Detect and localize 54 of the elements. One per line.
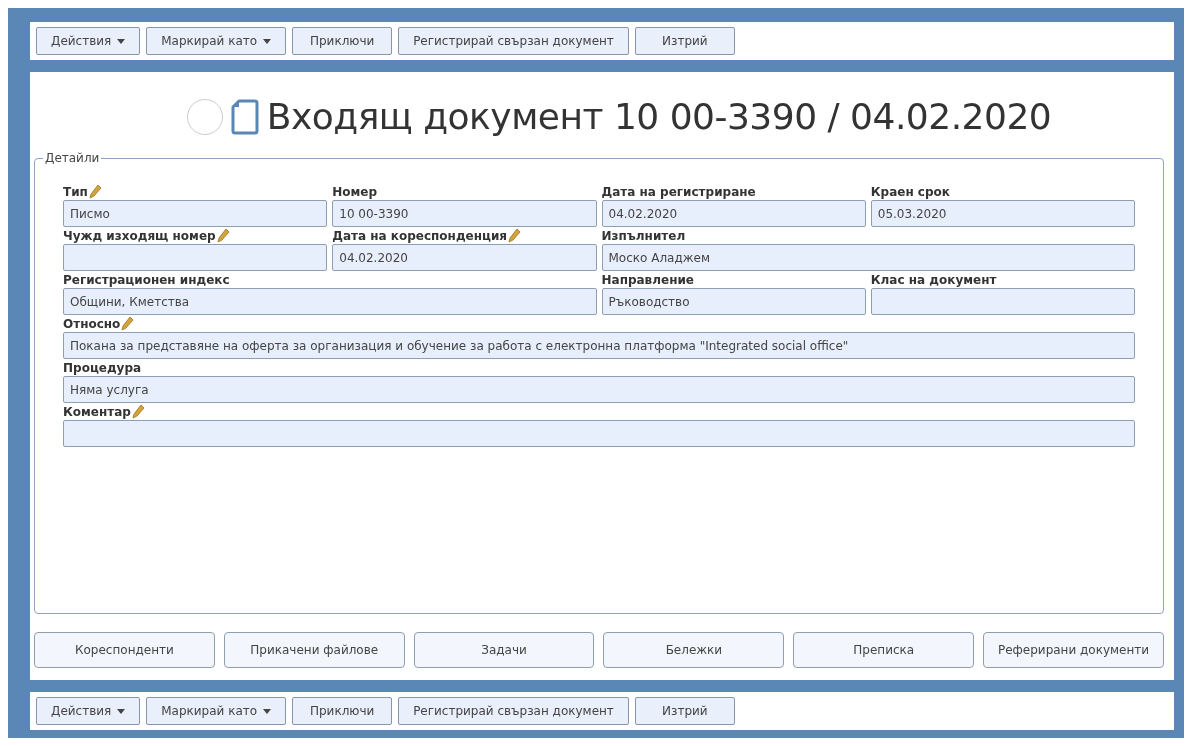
text-field[interactable] bbox=[870, 288, 1135, 315]
field-label: Тип bbox=[63, 185, 88, 199]
document-icon bbox=[230, 98, 259, 135]
field-label: Процедура bbox=[63, 361, 142, 375]
dropdown-button[interactable]: Маркирай като bbox=[146, 27, 287, 55]
field-label: Краен срок bbox=[870, 185, 950, 199]
text-field[interactable]: Ръководство bbox=[601, 288, 866, 315]
caret-icon bbox=[263, 708, 272, 714]
text-field[interactable]: Писмо bbox=[63, 200, 328, 227]
section-button[interactable]: Преписка bbox=[793, 632, 975, 668]
page-title: Входящ документ 10 00-3390 / 04.02.2020 bbox=[266, 96, 1052, 137]
toolbar-button[interactable]: Регистрирай свързан документ bbox=[398, 697, 629, 725]
text-field[interactable] bbox=[63, 244, 328, 271]
toolbar-button[interactable]: Регистрирай свързан документ bbox=[398, 27, 629, 55]
field-label: Изпълнител bbox=[601, 229, 686, 243]
section-button[interactable]: Кореспонденти bbox=[34, 632, 215, 668]
field-label: Дата на кореспонденция bbox=[332, 229, 508, 243]
group-legend: Детайли bbox=[43, 151, 102, 165]
toolbar-button[interactable]: Приключи bbox=[292, 697, 393, 725]
toolbar-button[interactable]: Приключи bbox=[292, 27, 393, 55]
dropdown-button[interactable]: Действия bbox=[36, 27, 141, 55]
text-field[interactable]: 10 00-3390 bbox=[332, 200, 597, 227]
pencil-icon[interactable] bbox=[216, 228, 230, 243]
field-label: Дата на регистриране bbox=[601, 185, 756, 199]
text-field[interactable]: Покана за представяне на оферта за организация и обучение за работа с електронна платформа "Integrated social office" bbox=[63, 332, 1135, 359]
toolbar-button[interactable]: Изтрий bbox=[634, 697, 735, 725]
field-label: Направление bbox=[601, 273, 694, 287]
field-label: Чужд изходящ номер bbox=[63, 229, 216, 243]
pencil-icon[interactable] bbox=[131, 404, 145, 419]
text-field[interactable]: 04.02.2020 bbox=[332, 244, 597, 271]
caret-icon bbox=[117, 38, 126, 44]
field-label: Номер bbox=[332, 185, 378, 199]
field-label: Клас на документ bbox=[870, 273, 997, 287]
text-field[interactable]: Общини, Кметства bbox=[63, 288, 597, 315]
section-button[interactable]: Задачи bbox=[413, 632, 595, 668]
caret-icon bbox=[263, 38, 272, 44]
text-field[interactable] bbox=[63, 420, 1135, 447]
pencil-icon[interactable] bbox=[508, 228, 522, 243]
field-label: Регистрационен индекс bbox=[63, 273, 230, 287]
section-button[interactable]: Реферирани документи bbox=[983, 632, 1164, 668]
pencil-icon[interactable] bbox=[88, 184, 102, 199]
field-label: Коментар bbox=[63, 405, 131, 419]
caret-icon bbox=[117, 708, 126, 714]
toolbar-button[interactable]: Изтрий bbox=[634, 27, 735, 55]
text-field[interactable]: Моско Аладжем bbox=[601, 244, 1135, 271]
text-field[interactable]: 05.03.2020 bbox=[870, 200, 1135, 227]
dropdown-button[interactable]: Действия bbox=[36, 697, 141, 725]
section-button[interactable]: Бележки bbox=[603, 632, 785, 668]
field-label: Относно bbox=[63, 317, 121, 331]
dropdown-button[interactable]: Маркирай като bbox=[146, 697, 287, 725]
section-button[interactable]: Прикачени файлове bbox=[223, 632, 405, 668]
text-field[interactable]: 04.02.2020 bbox=[601, 200, 866, 227]
text-field[interactable]: Няма услуга bbox=[63, 376, 1135, 403]
pencil-icon[interactable] bbox=[121, 316, 135, 331]
